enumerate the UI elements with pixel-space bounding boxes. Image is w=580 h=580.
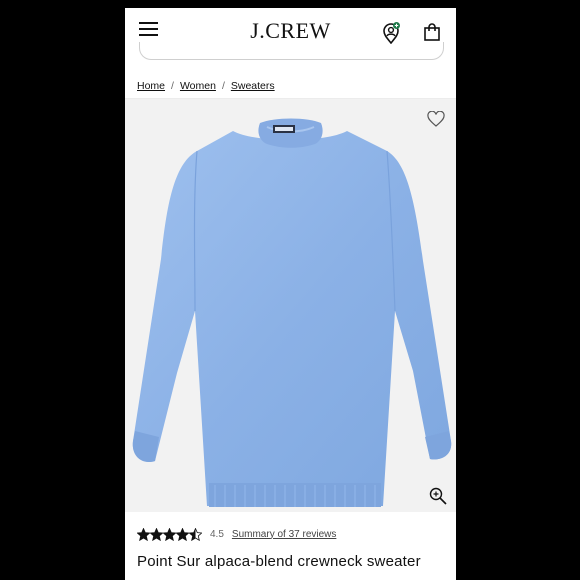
breadcrumb-home[interactable]: Home [137,80,165,92]
rating-stars [137,527,202,541]
rating-value: 4.5 [210,528,224,540]
star-icon [163,527,176,541]
rating-row: 4.5 Summary of 37 reviews [137,526,336,542]
search-bar[interactable] [139,42,444,60]
breadcrumb: Home / Women / Sweaters [137,80,275,92]
reviews-summary-link[interactable]: Summary of 37 reviews [232,529,336,540]
star-icon [189,527,202,541]
breadcrumb-separator: / [171,80,174,92]
star-icon [137,527,150,541]
star-icon [150,527,163,541]
product-image[interactable] [125,98,456,512]
breadcrumb-separator: / [221,80,225,92]
breadcrumb-sweaters[interactable]: Sweaters [231,80,275,92]
breadcrumb-women[interactable]: Women [180,80,216,92]
sweater-image [132,118,452,507]
user-icon[interactable] [381,22,401,44]
site-header: J.CREW [125,8,456,60]
star-icon [176,527,189,541]
bag-icon[interactable] [423,23,441,41]
product-title: Point Sur alpaca-blend crewneck sweater [137,553,421,570]
heart-icon[interactable] [427,111,445,127]
product-page: J.CREW Home / Women / Sweaters 4.5 Summa… [125,8,456,580]
site-logo[interactable]: J.CREW [125,18,456,44]
zoom-icon[interactable] [429,487,447,505]
